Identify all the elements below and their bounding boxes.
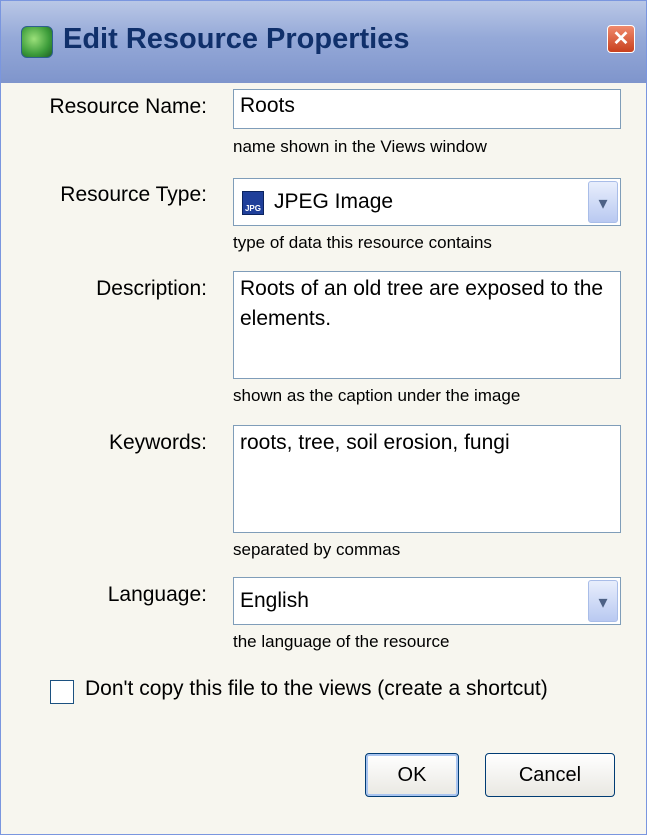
resource-type-value: JPEG Image <box>274 190 394 213</box>
resource-name-input[interactable]: Roots <box>233 89 621 129</box>
dialog-title: Edit Resource Properties <box>63 23 410 55</box>
title-bar[interactable]: Edit Resource Properties ✕ <box>1 1 646 83</box>
resource-type-label: Resource Type: <box>60 183 207 206</box>
shortcut-checkbox-label[interactable]: Don't copy this file to the views (creat… <box>85 677 548 701</box>
description-textarea[interactable]: Roots of an old tree are exposed to the … <box>233 271 621 379</box>
keywords-hint: separated by commas <box>233 540 401 559</box>
keywords-value: roots, tree, soil erosion, fungi <box>240 431 510 454</box>
chevron-down-icon[interactable]: ▾ <box>588 181 618 223</box>
keywords-textarea[interactable]: roots, tree, soil erosion, fungi <box>233 425 621 533</box>
resource-type-select[interactable]: JPG JPEG Image ▾ <box>233 178 621 226</box>
close-button[interactable]: ✕ <box>607 25 635 53</box>
app-icon <box>21 26 53 58</box>
chevron-down-icon[interactable]: ▾ <box>588 580 618 622</box>
edit-resource-properties-dialog: Edit Resource Properties ✕ Resource Name… <box>0 0 647 835</box>
close-icon: ✕ <box>612 28 630 50</box>
cancel-button[interactable]: Cancel <box>485 753 615 797</box>
resource-name-label: Resource Name: <box>49 95 207 118</box>
language-select[interactable]: English ▾ <box>233 577 621 625</box>
ok-button[interactable]: OK <box>365 753 459 797</box>
description-label: Description: <box>96 277 207 300</box>
shortcut-checkbox[interactable] <box>50 680 74 704</box>
language-label: Language: <box>107 583 207 606</box>
description-hint: shown as the caption under the image <box>233 386 521 405</box>
language-hint: the language of the resource <box>233 632 450 651</box>
resource-name-value: Roots <box>240 94 295 117</box>
resource-type-hint: type of data this resource contains <box>233 233 492 252</box>
description-value: Roots of an old tree are exposed to the … <box>240 277 604 330</box>
resource-name-hint: name shown in the Views window <box>233 137 487 156</box>
language-value: English <box>240 589 309 612</box>
jpeg-image-icon: JPG <box>242 191 264 215</box>
keywords-label: Keywords: <box>108 431 207 454</box>
